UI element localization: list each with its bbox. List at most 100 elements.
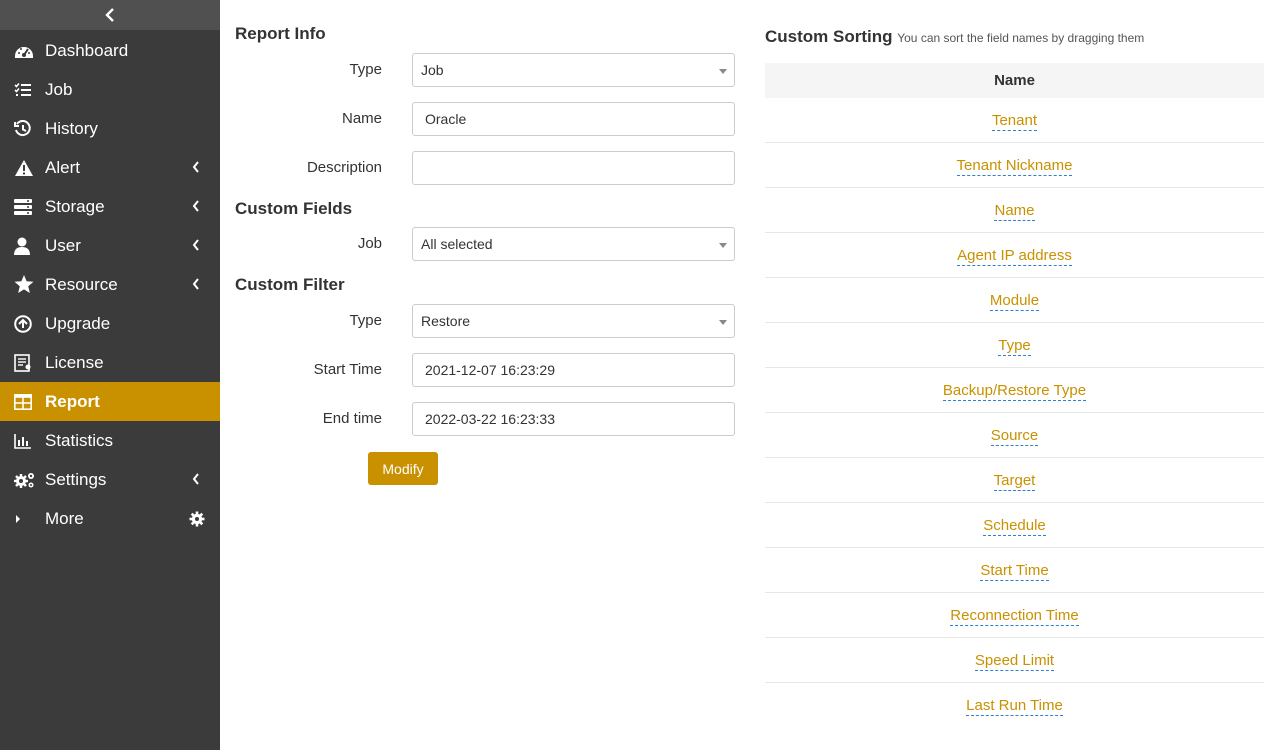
sort-row-last-run-time[interactable]: Last Run Time	[765, 683, 1264, 728]
sidebar-item-label: Report	[45, 391, 100, 411]
cogs-icon	[0, 471, 45, 489]
sort-field-label: Agent IP address	[957, 247, 1072, 266]
end-time-input[interactable]: 2022-03-22 16:23:33	[412, 402, 735, 436]
start-time-input[interactable]: 2021-12-07 16:23:29	[412, 353, 735, 387]
sort-field-label: Tenant Nickname	[956, 157, 1073, 176]
sort-field-label: Module	[989, 292, 1040, 311]
sort-row-tenant[interactable]: Tenant	[765, 98, 1264, 143]
gear-icon[interactable]	[189, 511, 205, 527]
filter-type-select[interactable]: Restore	[412, 304, 735, 338]
sidebar-collapse-button[interactable]	[0, 0, 220, 30]
report-type-select[interactable]: Job	[412, 53, 735, 87]
sort-table-header: Name	[765, 63, 1264, 98]
sort-field-label: Start Time	[980, 562, 1049, 581]
filter-type-value: Restore	[421, 313, 471, 329]
sort-field-label: Tenant	[991, 112, 1038, 131]
job-fields-select[interactable]: All selected	[412, 227, 735, 261]
upgrade-icon	[0, 314, 45, 333]
sort-field-label: Target	[993, 472, 1036, 491]
star-icon	[0, 275, 45, 294]
sidebar-item-label: History	[45, 118, 98, 138]
sidebar-item-alert[interactable]: Alert	[0, 148, 220, 187]
name-input[interactable]: Oracle	[412, 102, 735, 136]
sidebar-item-job[interactable]: Job	[0, 70, 220, 109]
chevron-left-icon	[105, 8, 114, 22]
sort-field-label: Schedule	[983, 517, 1046, 536]
sidebar-item-report[interactable]: Report	[0, 382, 220, 421]
modify-button[interactable]: Modify	[368, 452, 438, 485]
sort-field-label: Last Run Time	[966, 697, 1063, 716]
sort-row-start-time[interactable]: Start Time	[765, 548, 1264, 593]
type-label: Type	[349, 61, 382, 78]
sort-row-name[interactable]: Name	[765, 188, 1264, 233]
sidebar-item-resource[interactable]: Resource	[0, 265, 220, 304]
job-fields-value: All selected	[421, 236, 493, 252]
description-input[interactable]	[412, 151, 735, 185]
sidebar-item-label: License	[45, 352, 104, 372]
sidebar-item-label: Settings	[45, 469, 107, 489]
history-icon	[0, 119, 45, 138]
description-label: Description	[306, 159, 382, 176]
chevron-left-icon	[192, 161, 199, 173]
chevron-left-icon	[192, 239, 199, 251]
name-input-value: Oracle	[425, 111, 467, 127]
sort-row-tenant-nickname[interactable]: Tenant Nickname	[765, 143, 1264, 188]
sort-row-type[interactable]: Type	[765, 323, 1264, 368]
report-type-value: Job	[421, 62, 444, 78]
sidebar-item-label: Upgrade	[45, 313, 111, 333]
sort-field-label: Type	[998, 337, 1031, 356]
dropdown-arrow-icon	[719, 320, 727, 325]
sidebar-item-statistics[interactable]: Statistics	[0, 421, 220, 460]
sidebar-item-more[interactable]: More	[0, 499, 220, 538]
user-icon	[0, 237, 45, 255]
caret-right-icon	[0, 513, 45, 525]
sort-row-reconnection-time[interactable]: Reconnection Time	[765, 593, 1264, 638]
sidebar-item-label: Statistics	[45, 430, 114, 450]
sidebar-item-settings[interactable]: Settings	[0, 460, 220, 499]
chevron-left-icon	[192, 278, 199, 290]
sidebar-item-license[interactable]: License	[0, 343, 220, 382]
sidebar-item-label: User	[45, 235, 81, 255]
license-icon	[0, 353, 45, 372]
sort-field-label: Reconnection Time	[950, 607, 1079, 626]
sidebar-item-user[interactable]: User	[0, 226, 220, 265]
sidebar-item-history[interactable]: History	[0, 109, 220, 148]
sidebar-item-label: Alert	[45, 157, 80, 177]
sidebar-item-dashboard[interactable]: Dashboard	[0, 31, 220, 70]
alert-icon	[0, 159, 45, 177]
sort-row-module[interactable]: Module	[765, 278, 1264, 323]
start-time-value: 2021-12-07 16:23:29	[425, 362, 555, 378]
sidebar-item-storage[interactable]: Storage	[0, 187, 220, 226]
end-time-value: 2022-03-22 16:23:33	[425, 411, 555, 427]
dashboard-icon	[0, 42, 45, 60]
sort-row-target[interactable]: Target	[765, 458, 1264, 503]
sort-row-speed-limit[interactable]: Speed Limit	[765, 638, 1264, 683]
sort-row-source[interactable]: Source	[765, 413, 1264, 458]
custom-sorting-title: Custom Sorting You can sort the field na…	[765, 27, 1144, 47]
sidebar-item-label: Dashboard	[45, 40, 129, 60]
bar-chart-icon	[0, 433, 45, 449]
report-info-title: Report Info	[235, 24, 326, 43]
sort-field-label: Backup/Restore Type	[942, 382, 1087, 401]
job-label: Job	[357, 235, 382, 252]
sidebar-item-upgrade[interactable]: Upgrade	[0, 304, 220, 343]
sort-row-schedule[interactable]: Schedule	[765, 503, 1264, 548]
filter-type-label: Type	[349, 312, 382, 329]
job-list-icon	[0, 82, 45, 98]
end-time-label: End time	[322, 410, 382, 427]
sidebar-item-label: Storage	[45, 196, 105, 216]
sort-field-label: Speed Limit	[974, 652, 1055, 671]
sort-row-agent-ip[interactable]: Agent IP address	[765, 233, 1264, 278]
custom-sorting-title-text: Custom Sorting	[765, 27, 893, 46]
name-label: Name	[341, 110, 382, 127]
sort-table: Name Tenant Tenant Nickname Name Agent I…	[765, 63, 1264, 728]
sort-row-backup-restore-type[interactable]: Backup/Restore Type	[765, 368, 1264, 413]
chevron-left-icon	[192, 473, 199, 485]
custom-filter-title: Custom Filter	[235, 275, 345, 294]
dropdown-arrow-icon	[719, 243, 727, 248]
sidebar: Dashboard Job History Alert Storage User	[0, 0, 220, 750]
sort-field-label: Source	[990, 427, 1039, 446]
sort-field-label: Name	[994, 202, 1035, 221]
sidebar-item-label: More	[45, 508, 84, 528]
sidebar-item-label: Job	[45, 79, 73, 99]
